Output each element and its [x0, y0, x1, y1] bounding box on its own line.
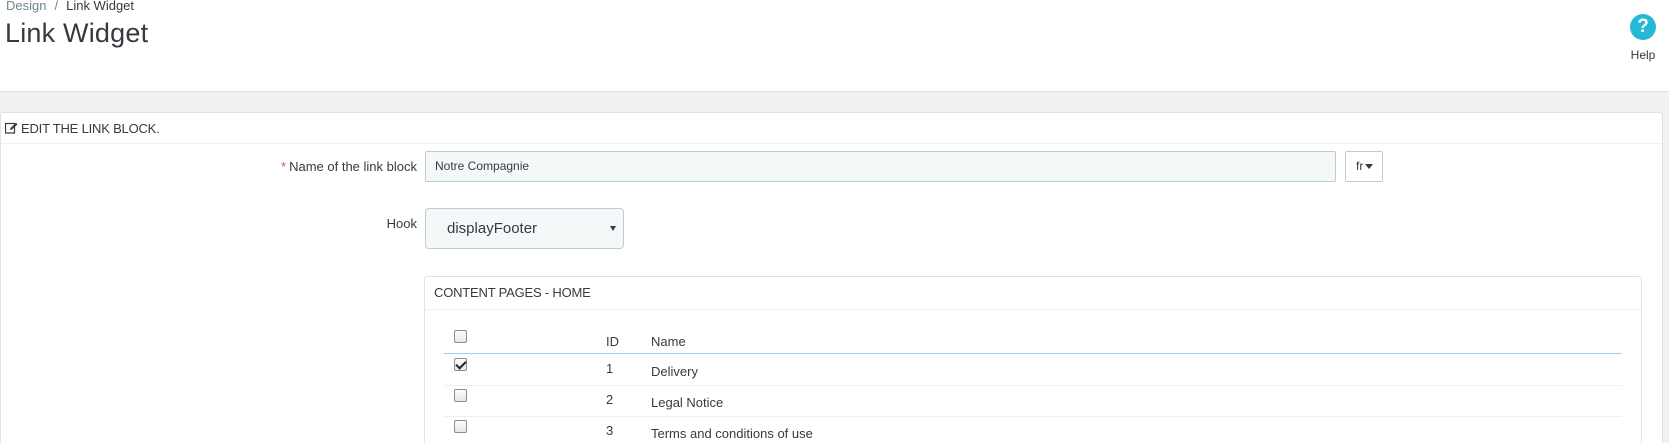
language-dropdown[interactable]: fr	[1345, 151, 1383, 182]
column-header-id: ID	[606, 334, 619, 349]
edit-icon	[5, 122, 18, 134]
row-check-cell	[454, 389, 467, 405]
row-check-cell	[454, 420, 467, 436]
select-all-cell	[454, 330, 467, 346]
page-title: Link Widget	[5, 18, 149, 48]
row-name: Terms and conditions of use	[651, 426, 813, 441]
row-id: 2	[606, 392, 614, 407]
name-field-label-text: Name of the link block	[289, 159, 417, 174]
row-id: 1	[606, 361, 614, 376]
select-all-checkbox[interactable]	[454, 330, 467, 343]
caret-down-icon	[1365, 164, 1374, 169]
row-name: Legal Notice	[651, 395, 724, 410]
content-pages-panel: Content pages - Home ID Name 1 Delivery …	[424, 276, 1642, 443]
chevron-down-icon	[610, 226, 616, 231]
row-id: 3	[606, 423, 614, 438]
hook-select[interactable]: displayFooter	[425, 208, 624, 249]
name-field-row: * Name of the link block Notre Compagnie …	[1, 151, 1664, 182]
row-checkbox[interactable]	[454, 389, 467, 402]
hook-selected-value: displayFooter	[447, 220, 538, 237]
column-header-name: Name	[651, 334, 686, 349]
table-header: ID Name	[444, 324, 1622, 354]
language-code: fr	[1356, 159, 1364, 173]
breadcrumb-current: Link Widget	[66, 0, 135, 13]
link-block-name-input[interactable]: Notre Compagnie	[425, 151, 1336, 182]
name-field-label: * Name of the link block	[281, 159, 417, 174]
row-name: Delivery	[651, 364, 698, 379]
question-circle-icon: ?	[1630, 14, 1656, 40]
row-checkbox[interactable]	[454, 420, 467, 433]
hook-label: Hook	[386, 216, 417, 231]
table-row: 3 Terms and conditions of use	[444, 417, 1622, 443]
breadcrumb-design[interactable]: Design	[6, 0, 46, 13]
row-checkbox[interactable]	[454, 358, 467, 371]
breadcrumb-separator: /	[54, 0, 59, 13]
page-header: Design / Link Widget Link Widget ? Help	[0, 0, 1669, 92]
help-label: Help	[1630, 48, 1656, 62]
table-row: 1 Delivery	[444, 355, 1622, 386]
table-row: 2 Legal Notice	[444, 386, 1622, 417]
row-check-cell	[454, 358, 467, 374]
panel-heading-label: Edit the link block.	[21, 121, 160, 136]
panel-heading: Edit the link block.	[1, 113, 1662, 144]
hook-field-row: Hook displayFooter	[1, 208, 1664, 249]
required-mark: *	[281, 159, 287, 174]
content-pages-heading: Content pages - Home	[425, 277, 1641, 310]
breadcrumb: Design / Link Widget	[6, 0, 134, 13]
help-button[interactable]: ? Help	[1623, 14, 1663, 62]
